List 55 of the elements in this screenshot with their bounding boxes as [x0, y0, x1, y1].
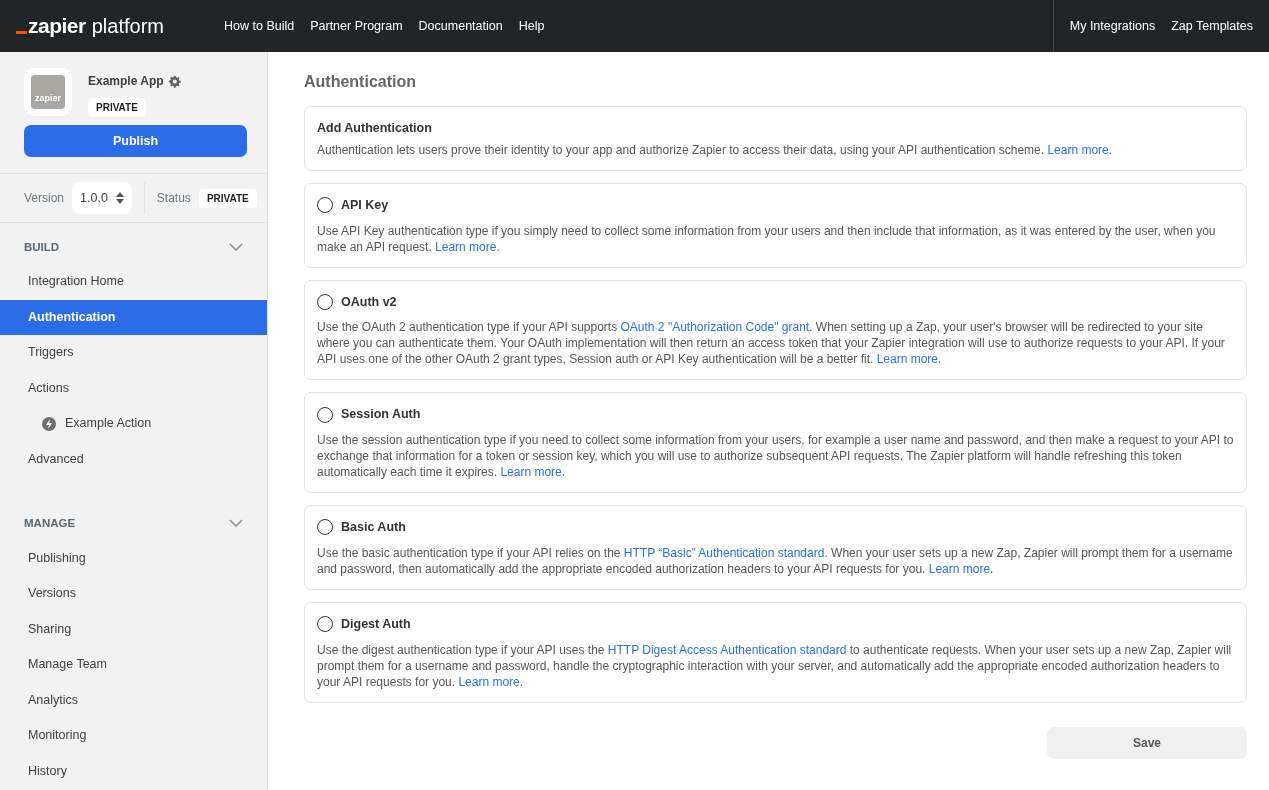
page-title: Authentication — [304, 72, 417, 92]
nav-link[interactable]: Documentation — [418, 16, 503, 36]
description: Authentication lets users prove their identity to your app and authorize Zapier to access their data, using your API authentication scheme. Learn more. — [317, 141, 1114, 158]
settings-icon[interactable] — [167, 74, 181, 88]
description: Use the session authentication type if you need to collect some information from your users, for example a user name and password, and then make a request to your API to exchange that information for a token or session key, which you will use to authorize subsequent API requests. The Zapier platform will handle refreshing this token automatically each time it expires. Learn more. — [317, 432, 1234, 480]
doc-link[interactable]: HTTP Digest Access Authentication standard — [607, 642, 847, 657]
learn-more-link[interactable]: Learn more. — [500, 465, 566, 479]
section-heading: MANAGE — [24, 516, 76, 532]
status-label: Status — [156, 190, 191, 207]
option-label: Basic Auth — [341, 519, 406, 536]
sidebar-item[interactable]: Monitoring — [0, 718, 267, 754]
description: Use API Key authentication type if you simply need to collect some information from your users and then include that information, as it was entered by the user, when you make an API request. Learn more. — [317, 222, 1217, 255]
description: Use the digest authentication type if your API uses the HTTP Digest Access Authentication standard to authenticate requests. When your user sets up a new Zap, Zapier will prompt them for a username and password, handle the cryptographic interaction with your server, and automatically add the appropriate encoded authorization headers to your API requests for you. Learn more. — [317, 641, 1233, 690]
learn-more-link[interactable]: Learn more. — [435, 239, 500, 254]
sidebar-item[interactable]: Integration Home — [0, 264, 267, 300]
learn-more-link[interactable]: Learn more. — [1047, 142, 1113, 157]
sidebar-item[interactable]: Manage Team — [0, 647, 267, 683]
nav-link[interactable]: My Integrations — [1069, 16, 1156, 36]
sidebar-item[interactable]: Sharing — [0, 611, 267, 647]
lightning-icon — [42, 417, 56, 432]
sidebar-item[interactable]: Authentication — [0, 299, 267, 336]
option-label: Digest Auth — [341, 615, 411, 633]
nav-link[interactable]: Zap Templates — [1171, 16, 1253, 36]
learn-more-link[interactable]: Learn more. — [928, 561, 994, 576]
nav-link[interactable]: How to Build — [224, 16, 295, 36]
sidebar-item[interactable]: Advanced — [0, 441, 267, 478]
version-label: Version — [24, 190, 65, 207]
logo[interactable]: zapier platform — [0, 10, 220, 42]
publish-button[interactable]: Publish — [24, 125, 247, 157]
description: Use the basic authentication type if your API relies on the HTTP “Basic” Authentication standard. When your user sets up a new Zap, Zapier will prompt them for a username and password, then automatically add the appropriate encoded authorization headers to your API requests for you. Learn more. — [317, 544, 1234, 577]
option-label: API Key — [341, 196, 389, 214]
version-select[interactable]: 1.0.0 — [72, 182, 132, 214]
chevron-icon[interactable] — [229, 243, 243, 253]
card-title: Add Authentication — [317, 120, 433, 137]
learn-more-link[interactable]: Learn more. — [458, 674, 524, 689]
sidebar-item[interactable]: History — [0, 753, 267, 789]
stepper-arrows-icon[interactable] — [115, 192, 124, 204]
learn-more-link[interactable]: Learn more. — [876, 352, 942, 367]
app-name: Example App — [88, 73, 164, 90]
section-heading: BUILD — [24, 240, 60, 255]
sidebar-item[interactable]: Triggers — [0, 335, 267, 371]
sidebar-item[interactable]: Publishing — [0, 540, 267, 576]
status-badge: PRIVATE — [88, 98, 146, 117]
sidebar-item[interactable]: Example Action — [0, 406, 267, 442]
option-label: Session Auth — [341, 406, 421, 424]
sidebar-item[interactable]: Analytics — [0, 682, 267, 718]
description: Use the OAuth 2 authentication type if your API supports OAuth 2 "Authorization Code" grant. When setting up a Zap, your user's browser will be redirected to your site where you can authenticate them. Your OAuth implementation will then return an access token that your Zapier integration will use to authorize requests to your API. If your API uses one of the other OAuth 2 grant types, Session auth or API Key authentication will be a better fit. Learn more. — [317, 319, 1226, 368]
sidebar-item[interactable]: Actions — [0, 370, 267, 407]
nav-link[interactable]: Help — [518, 16, 545, 36]
chevron-icon[interactable] — [229, 519, 243, 529]
status-badge: PRIVATE — [198, 188, 257, 208]
app-icon: zapier — [24, 68, 72, 116]
option-label: OAuth v2 — [341, 293, 397, 311]
nav-link[interactable]: Partner Program — [310, 16, 403, 36]
sidebar-item[interactable]: Versions — [0, 576, 267, 612]
